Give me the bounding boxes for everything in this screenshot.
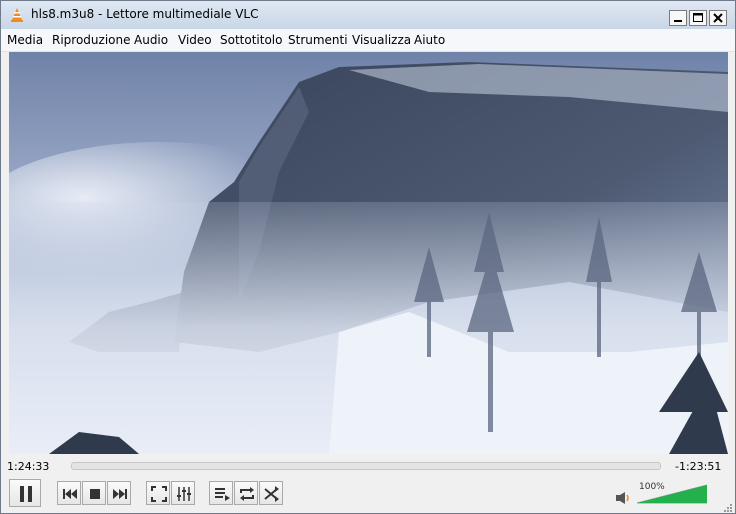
loop-button[interactable] xyxy=(234,481,258,505)
playlist-icon xyxy=(215,488,230,501)
stop-button[interactable] xyxy=(82,481,106,505)
maximize-button[interactable] xyxy=(689,10,707,26)
menu-sottotitolo[interactable]: Sottotitolo xyxy=(220,33,282,47)
video-area[interactable] xyxy=(9,52,728,454)
menu-riproduzione[interactable]: Riproduzione xyxy=(52,33,131,47)
minimize-icon xyxy=(674,20,682,22)
close-icon xyxy=(713,13,723,23)
playlist-button[interactable] xyxy=(209,481,233,505)
loop-icon xyxy=(240,487,254,501)
menu-visualizza[interactable]: Visualizza xyxy=(352,33,411,47)
menu-strumenti[interactable]: Strumenti xyxy=(288,33,348,47)
close-button[interactable] xyxy=(709,10,727,26)
speaker-icon[interactable] xyxy=(615,491,631,505)
menu-video[interactable]: Video xyxy=(178,33,212,47)
seek-slider[interactable] xyxy=(71,462,661,470)
vlc-cone-icon xyxy=(11,8,23,22)
title-bar[interactable]: hls8.m3u8 - Lettore multimediale VLC xyxy=(1,1,735,29)
menu-audio[interactable]: Audio xyxy=(134,33,168,47)
extended-settings-icon xyxy=(177,487,191,501)
vlc-window: hls8.m3u8 - Lettore multimediale VLC Med… xyxy=(0,0,736,514)
menu-aiuto[interactable]: Aiuto xyxy=(414,33,445,47)
remaining-time[interactable]: -1:23:51 xyxy=(675,460,721,473)
previous-icon xyxy=(63,489,77,499)
pause-button[interactable] xyxy=(9,479,41,507)
pause-icon xyxy=(20,486,32,502)
next-icon xyxy=(113,489,127,499)
fullscreen-icon xyxy=(151,486,167,502)
extended-settings-button[interactable] xyxy=(171,481,195,505)
volume-slider[interactable] xyxy=(637,484,707,504)
shuffle-icon xyxy=(264,486,279,502)
elapsed-time[interactable]: 1:24:33 xyxy=(7,460,49,473)
shuffle-button[interactable] xyxy=(259,481,283,505)
menu-media[interactable]: Media xyxy=(7,33,43,47)
next-button[interactable] xyxy=(107,481,131,505)
video-frame xyxy=(9,52,728,454)
minimize-button[interactable] xyxy=(669,10,687,26)
window-title: hls8.m3u8 - Lettore multimediale VLC xyxy=(31,7,259,21)
previous-button[interactable] xyxy=(57,481,81,505)
maximize-icon xyxy=(693,13,703,22)
menu-bar: Media Riproduzione Audio Video Sottotito… xyxy=(1,29,735,52)
resize-grip-icon[interactable] xyxy=(721,501,733,513)
fullscreen-button[interactable] xyxy=(146,481,170,505)
stop-icon xyxy=(90,489,100,499)
